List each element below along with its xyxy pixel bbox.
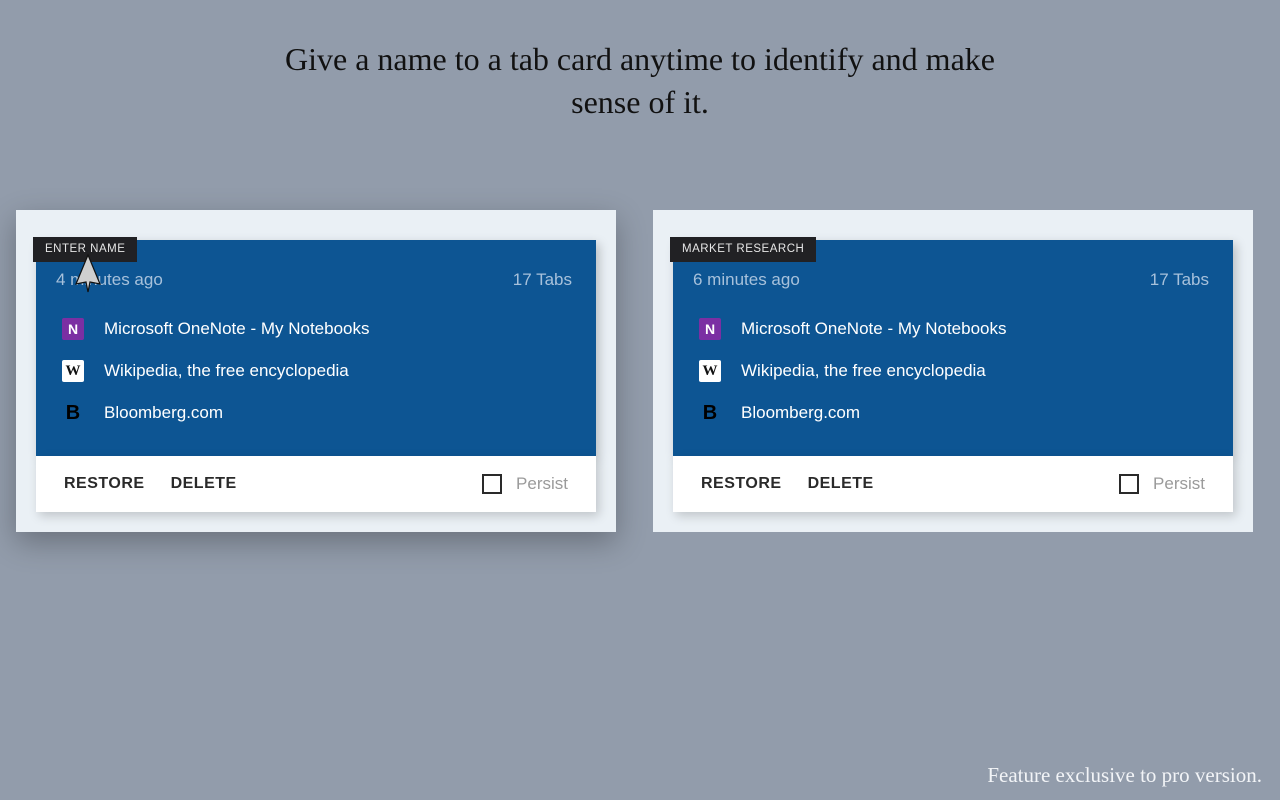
persist-checkbox[interactable] <box>1119 474 1139 494</box>
bloomberg-icon: B <box>62 402 84 424</box>
tab-item[interactable]: W Wikipedia, the free encyclopedia <box>693 350 1213 392</box>
tab-item[interactable]: B Bloomberg.com <box>56 392 576 434</box>
tab-title: Microsoft OneNote - My Notebooks <box>104 319 369 339</box>
restore-button[interactable]: RESTORE <box>701 475 782 493</box>
tab-title: Microsoft OneNote - My Notebooks <box>741 319 1006 339</box>
cards-container: ENTER NAME 4 minutes ago 17 Tabs N Micro… <box>16 210 1264 532</box>
card-timestamp: 4 minutes ago <box>56 270 163 290</box>
persist-label: Persist <box>516 474 568 494</box>
persist-label: Persist <box>1153 474 1205 494</box>
card-actions: RESTORE DELETE Persist <box>673 456 1233 512</box>
bloomberg-icon: B <box>699 402 721 424</box>
tab-item[interactable]: W Wikipedia, the free encyclopedia <box>56 350 576 392</box>
restore-button[interactable]: RESTORE <box>64 475 145 493</box>
wikipedia-icon: W <box>62 360 84 382</box>
card-tab-count: 17 Tabs <box>513 270 572 290</box>
card-body: 4 minutes ago 17 Tabs N Microsoft OneNot… <box>36 240 596 456</box>
tab-title: Wikipedia, the free encyclopedia <box>104 361 349 381</box>
headline-text: Give a name to a tab card anytime to ide… <box>250 0 1030 124</box>
delete-button[interactable]: DELETE <box>808 475 874 493</box>
tab-card: MARKET RESEARCH 6 minutes ago 17 Tabs N … <box>653 210 1253 532</box>
card-name-input[interactable]: MARKET RESEARCH <box>670 237 816 262</box>
delete-button[interactable]: DELETE <box>171 475 237 493</box>
tab-item[interactable]: N Microsoft OneNote - My Notebooks <box>693 308 1213 350</box>
tab-title: Bloomberg.com <box>104 403 223 423</box>
card-name-input[interactable]: ENTER NAME <box>33 237 137 262</box>
wikipedia-icon: W <box>699 360 721 382</box>
onenote-icon: N <box>699 318 721 340</box>
persist-checkbox[interactable] <box>482 474 502 494</box>
card-timestamp: 6 minutes ago <box>693 270 800 290</box>
card-tab-count: 17 Tabs <box>1150 270 1209 290</box>
pro-footnote: Feature exclusive to pro version. <box>987 763 1262 788</box>
card-body: 6 minutes ago 17 Tabs N Microsoft OneNot… <box>673 240 1233 456</box>
tab-card: ENTER NAME 4 minutes ago 17 Tabs N Micro… <box>16 210 616 532</box>
tab-item[interactable]: B Bloomberg.com <box>693 392 1213 434</box>
card-actions: RESTORE DELETE Persist <box>36 456 596 512</box>
tab-item[interactable]: N Microsoft OneNote - My Notebooks <box>56 308 576 350</box>
onenote-icon: N <box>62 318 84 340</box>
tab-title: Wikipedia, the free encyclopedia <box>741 361 986 381</box>
tab-title: Bloomberg.com <box>741 403 860 423</box>
